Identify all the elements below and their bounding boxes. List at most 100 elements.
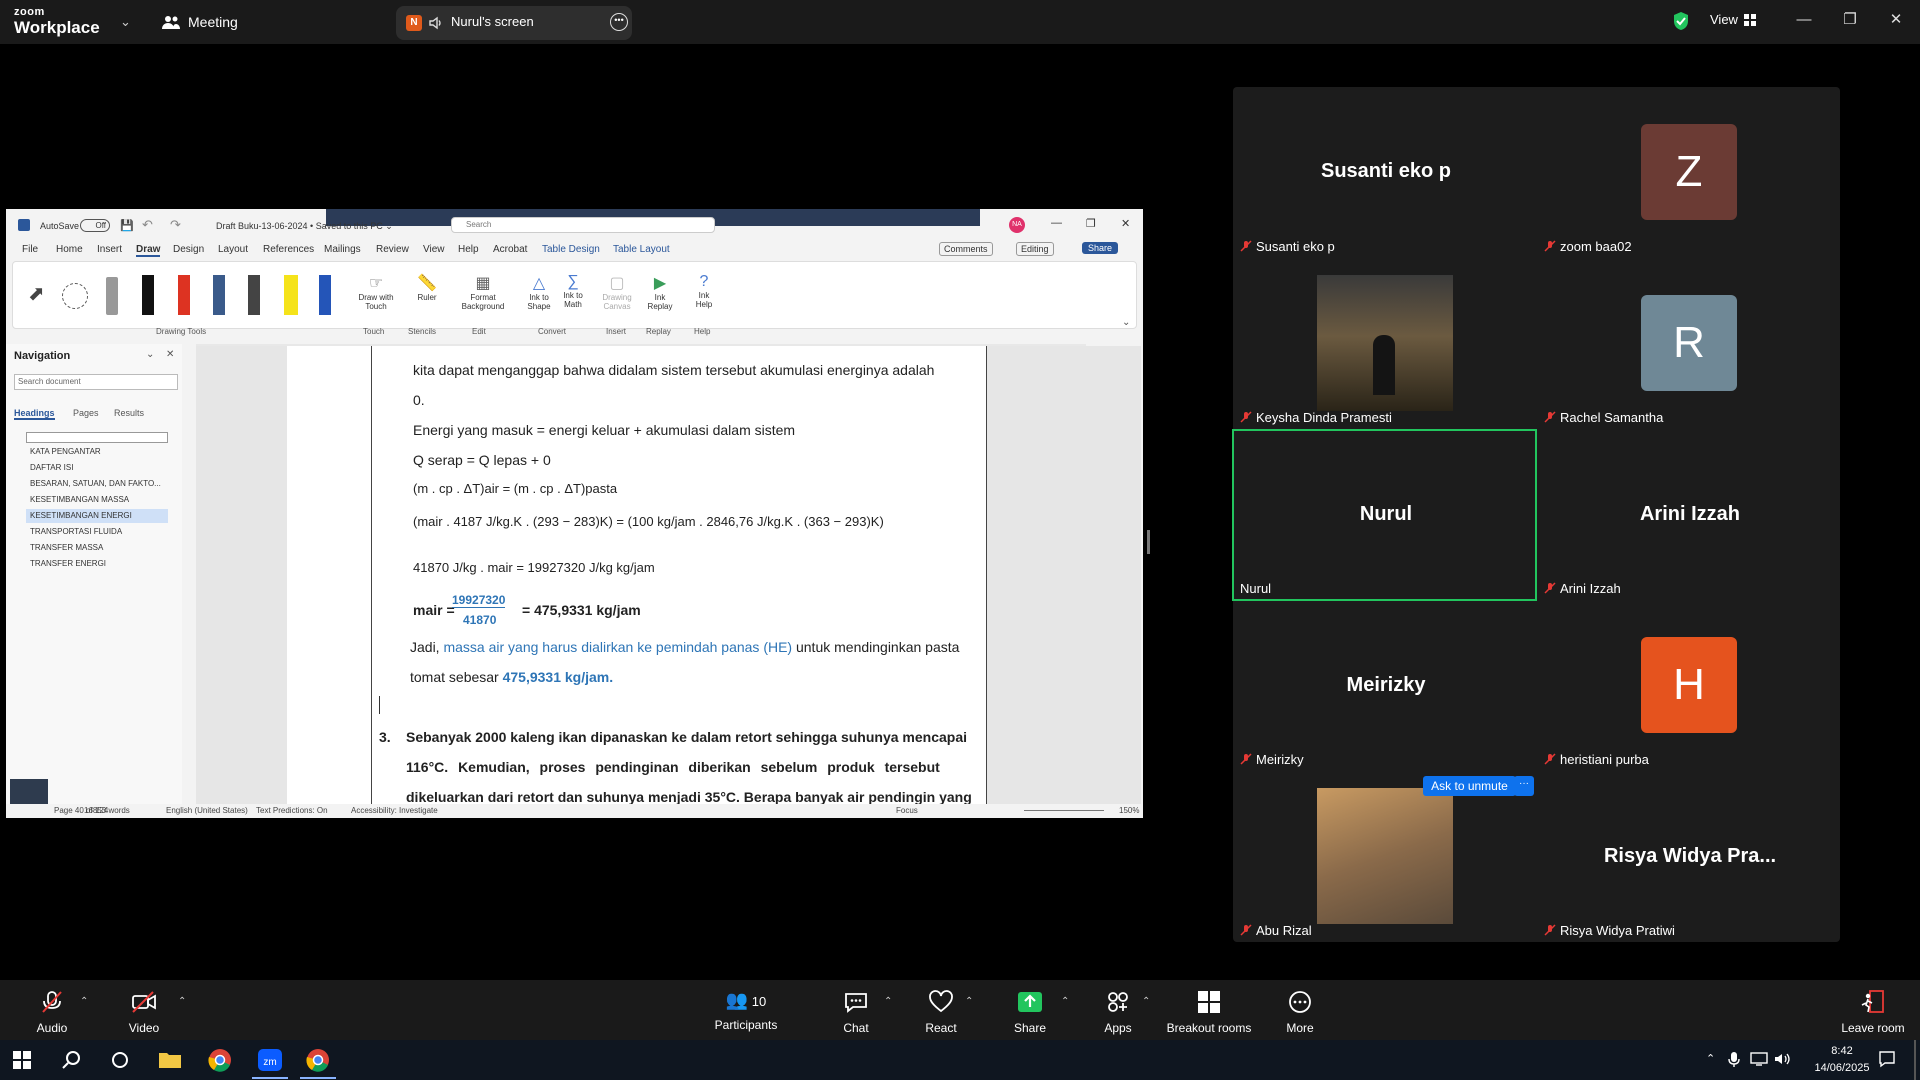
meeting-people-icon[interactable] [162, 14, 180, 30]
chrome-icon[interactable] [206, 1047, 234, 1073]
user-avatar[interactable]: NA [1009, 217, 1025, 233]
nav-item[interactable]: KATA PENGANTAR [30, 447, 101, 456]
autosave-toggle[interactable]: Off [80, 219, 110, 232]
nav-item[interactable]: TRANSPORTASI FLUIDA [30, 527, 122, 536]
panel-resize-handle[interactable] [1147, 530, 1150, 554]
tab-review[interactable]: Review [376, 244, 409, 255]
nav-tab-results[interactable]: Results [114, 408, 144, 418]
tile-more-options-icon[interactable]: ··· [1514, 776, 1534, 796]
more-button[interactable]: More [1280, 990, 1320, 1035]
ink-to-math-button[interactable]: ∑ Ink to Math [554, 273, 592, 309]
draw-with-touch-button[interactable]: ☞ Draw with Touch [352, 273, 400, 311]
nav-item[interactable]: KESETIMBANGAN MASSA [30, 495, 129, 504]
tab-home[interactable]: Home [56, 244, 83, 255]
save-icon[interactable]: 💾 [120, 219, 134, 232]
lasso-icon[interactable] [62, 283, 88, 309]
video-button[interactable]: Video [120, 990, 168, 1035]
highlighter-yellow-icon[interactable] [284, 275, 298, 315]
select-cursor-icon[interactable]: ⬈ [28, 281, 45, 306]
tab-file[interactable]: File [22, 244, 38, 255]
tab-design[interactable]: Design [173, 244, 204, 255]
notification-center-icon[interactable] [1878, 1050, 1896, 1068]
nav-top-heading-box[interactable] [26, 432, 168, 443]
taskbar-date[interactable]: 14/06/2025 [1804, 1062, 1880, 1074]
language-status[interactable]: English (United States) [166, 806, 248, 815]
word-maximize-icon[interactable]: ❐ [1086, 217, 1096, 230]
zoom-slider[interactable] [1024, 810, 1104, 811]
restore-icon[interactable]: ❐ [1836, 8, 1864, 32]
nav-item[interactable]: DAFTAR ISI [30, 463, 73, 472]
tab-table-layout[interactable]: Table Layout [613, 244, 670, 255]
breakout-rooms-button[interactable]: Breakout rooms [1164, 990, 1254, 1035]
pen-blue-icon[interactable] [319, 275, 331, 315]
apps-button[interactable]: Apps [1098, 990, 1138, 1035]
nav-item[interactable]: BESARAN, SATUAN, DAN FAKTO... [30, 479, 161, 488]
nav-item-selected[interactable]: KESETIMBANGAN ENERGI [26, 509, 168, 523]
file-explorer-icon[interactable] [156, 1047, 184, 1073]
pen-red-icon[interactable] [178, 275, 190, 315]
audio-button[interactable]: Audio [28, 990, 76, 1035]
show-desktop-strip[interactable] [1914, 1040, 1916, 1080]
leave-room-button[interactable]: Leave room [1836, 990, 1910, 1035]
word-search-box[interactable]: Search [451, 217, 715, 233]
audio-options-caret-icon[interactable]: ⌃ [80, 996, 88, 1007]
minimize-icon[interactable]: — [1790, 8, 1818, 32]
chat-options-caret-icon[interactable]: ⌃ [884, 996, 892, 1007]
search-icon[interactable] [58, 1047, 86, 1073]
format-background-button[interactable]: ▦ Format Background [452, 273, 514, 311]
apps-options-caret-icon[interactable]: ⌃ [1142, 996, 1150, 1007]
chevron-down-icon[interactable]: ⌄ [120, 14, 131, 30]
nav-options-chevron-icon[interactable]: ⌄ [146, 349, 154, 360]
tab-layout[interactable]: Layout [218, 244, 248, 255]
tab-table-design[interactable]: Table Design [542, 244, 600, 255]
text-predictions-status[interactable]: Text Predictions: On [256, 806, 328, 815]
shared-screen-word-window[interactable]: AutoSave Off 💾 ↶ ↷ Draft Buku-13-06-2024… [6, 209, 1143, 818]
word-close-icon[interactable]: ✕ [1121, 217, 1130, 230]
grid-view-icon[interactable] [1744, 14, 1756, 26]
encryption-shield-icon[interactable] [1672, 11, 1690, 31]
taskbar-time[interactable]: 8:42 [1812, 1045, 1872, 1057]
ink-help-button[interactable]: ? Ink Help [686, 273, 722, 309]
share-options-caret-icon[interactable]: ⌃ [1061, 996, 1069, 1007]
editing-mode-button[interactable]: Editing [1016, 242, 1054, 256]
eraser-icon[interactable] [106, 277, 118, 315]
video-options-caret-icon[interactable]: ⌃ [178, 996, 186, 1007]
tab-draw[interactable]: Draw [136, 244, 161, 257]
pen-black-icon[interactable] [142, 275, 154, 315]
drawing-canvas-button[interactable]: ▢ Drawing Canvas [596, 273, 638, 311]
network-icon[interactable] [1750, 1052, 1768, 1066]
cortana-icon[interactable] [106, 1047, 134, 1073]
tab-insert[interactable]: Insert [97, 244, 122, 255]
tab-mailings[interactable]: Mailings [324, 244, 361, 255]
zoom-level[interactable]: 150% [1119, 806, 1139, 815]
tab-acrobat[interactable]: Acrobat [493, 244, 527, 255]
tab-view[interactable]: View [423, 244, 445, 255]
view-button[interactable]: View [1710, 12, 1738, 27]
ink-to-shape-button[interactable]: △ Ink to Shape [520, 273, 558, 311]
volume-icon[interactable] [1774, 1052, 1792, 1066]
nav-item[interactable]: TRANSFER MASSA [30, 543, 103, 552]
tab-references[interactable]: References [263, 244, 314, 255]
collapse-ribbon-icon[interactable]: ⌄ [1122, 317, 1130, 328]
chrome-profile-icon[interactable] [304, 1047, 332, 1073]
more-options-icon[interactable]: ••• [610, 13, 628, 31]
nav-tab-headings[interactable]: Headings [14, 408, 55, 420]
undo-icon[interactable]: ↶ [142, 217, 153, 233]
react-button[interactable]: React [921, 990, 961, 1035]
redo-icon[interactable]: ↷ [170, 217, 181, 233]
accessibility-status[interactable]: Accessibility: Investigate [351, 806, 438, 815]
share-screen-button[interactable]: Share [1010, 990, 1050, 1035]
ink-replay-button[interactable]: ▶ Ink Replay [642, 273, 678, 311]
ask-to-unmute-button[interactable]: Ask to unmute [1423, 776, 1516, 796]
pen-galaxy-icon[interactable] [213, 275, 225, 315]
nav-tab-pages[interactable]: Pages [73, 408, 99, 418]
pencil-icon[interactable] [248, 275, 260, 315]
react-options-caret-icon[interactable]: ⌃ [965, 996, 973, 1007]
document-title[interactable]: Draft Buku-13-06-2024 • Saved to this PC… [216, 221, 393, 232]
word-minimize-icon[interactable]: — [1051, 217, 1062, 229]
tray-overflow-icon[interactable]: ⌃ [1706, 1052, 1715, 1065]
close-icon[interactable]: ✕ [1882, 8, 1910, 32]
windows-start-icon[interactable] [8, 1047, 36, 1073]
word-count[interactable]: 16853 words [84, 806, 130, 815]
comments-button[interactable]: Comments [939, 242, 993, 256]
